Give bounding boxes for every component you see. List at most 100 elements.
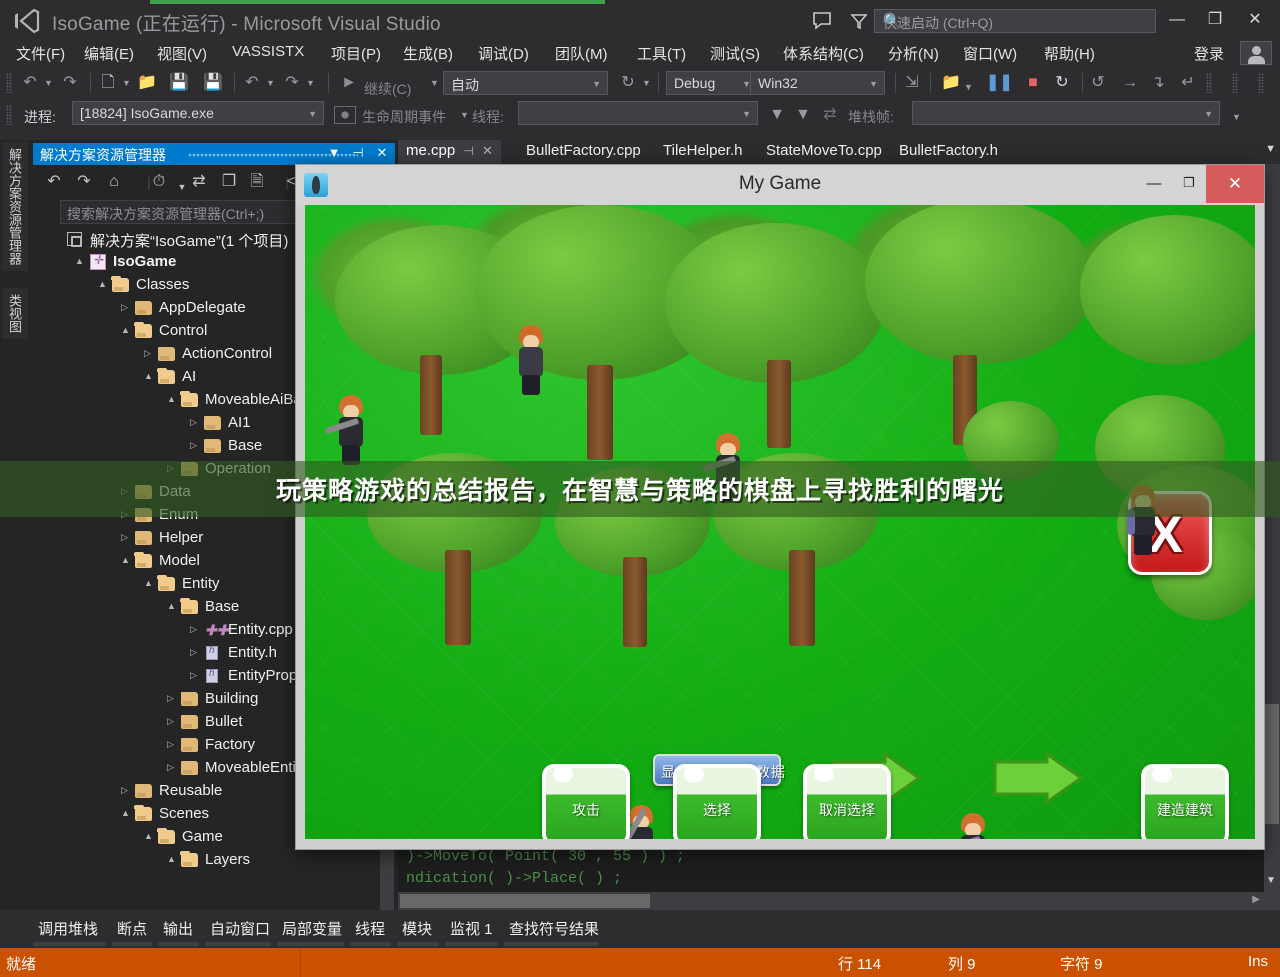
back-dropdown-icon[interactable]: ▼ <box>44 78 53 88</box>
toolbar-grip-3[interactable] <box>1232 73 1238 93</box>
tree-twisty-icon[interactable]: ▷ <box>144 348 151 359</box>
dock-tab-locals[interactable]: 局部变量 <box>277 917 347 940</box>
step-over-icon[interactable]: → <box>1118 72 1142 94</box>
step-into2-icon[interactable]: ↴ <box>1146 72 1170 94</box>
tab-close-icon[interactable]: ✕ <box>482 143 493 158</box>
redo-dropdown-icon[interactable]: ▼ <box>306 78 315 88</box>
undo-icon[interactable]: ↶ <box>240 72 264 94</box>
menu-item-vassistx[interactable]: VASSISTX <box>228 41 308 62</box>
menu-item-analyze[interactable]: 分析(N) <box>884 41 943 66</box>
editor-hscroll-thumb[interactable] <box>400 894 650 908</box>
panel-dropdown-button[interactable]: ▼ <box>325 145 343 160</box>
tab-tilehelper-h[interactable]: TileHelper.h <box>655 140 750 164</box>
menu-item-build[interactable]: 生成(B) <box>399 41 457 66</box>
tab-me-cpp[interactable]: me.cpp ⊣ ✕ <box>398 140 501 164</box>
game-maximize-button[interactable]: ❐ <box>1176 175 1202 195</box>
toolbar-grip-4[interactable] <box>1258 73 1264 93</box>
sync-icon[interactable]: ⇄ <box>188 171 210 193</box>
menu-item-edit[interactable]: 编辑(E) <box>80 41 138 66</box>
tree-twisty-icon[interactable]: ▷ <box>121 785 128 796</box>
dock-tab-find-symbol-results[interactable]: 查找符号结果 <box>504 917 604 940</box>
tree-twisty-icon[interactable]: ▷ <box>121 302 128 313</box>
tree-twisty-icon[interactable]: ▲ <box>144 578 153 588</box>
menu-item-tools[interactable]: 工具(T) <box>633 41 690 66</box>
new-dropdown-icon[interactable]: ▼ <box>122 78 131 88</box>
tree-twisty-icon[interactable]: ▷ <box>190 670 197 681</box>
back-icon[interactable]: ↶ <box>43 171 65 193</box>
panel-pin-button[interactable]: ⊣ <box>349 145 367 161</box>
tree-twisty-icon[interactable]: ▲ <box>121 325 130 335</box>
panel-close-button[interactable]: ✕ <box>373 145 391 161</box>
tree-twisty-icon[interactable]: ▲ <box>167 394 176 404</box>
vtab-class-view[interactable]: 类视图 <box>2 288 28 339</box>
window-minimize-button[interactable]: — <box>1160 6 1194 34</box>
home-icon[interactable]: ⌂ <box>103 171 125 193</box>
tree-twisty-icon[interactable]: ▷ <box>167 739 174 750</box>
solution-platform-combo[interactable]: Win32 ▼ <box>750 71 885 95</box>
tree-item[interactable]: ▲Layers <box>60 849 398 872</box>
tree-twisty-icon[interactable]: ▷ <box>190 440 197 451</box>
continue-play-icon[interactable]: ► <box>338 72 360 94</box>
editor-scroll-down-icon[interactable]: ▼ <box>1266 875 1276 886</box>
new-file-icon[interactable]: 🗋 <box>96 72 120 94</box>
find-dropdown-icon[interactable]: ▼ <box>964 82 973 92</box>
redo-icon[interactable]: ↷ <box>280 72 304 94</box>
tree-twisty-icon[interactable]: ▷ <box>190 624 197 635</box>
tree-twisty-icon[interactable]: ▲ <box>75 256 84 266</box>
show-all-files-icon[interactable]: ❐ <box>218 171 240 193</box>
action-button-select[interactable]: 选择 <box>673 764 761 839</box>
save-icon[interactable]: 💾 <box>166 72 192 94</box>
open-folder-icon[interactable]: 📁 <box>134 72 160 94</box>
stackframe-combo[interactable]: ▼ <box>912 101 1220 125</box>
restart-icon[interactable]: ↻ <box>1050 72 1074 94</box>
tree-twisty-icon[interactable]: ▲ <box>121 555 130 565</box>
editor-vertical-scrollbar[interactable]: ▼ <box>1264 164 1280 892</box>
tab-statemoveto-cpp[interactable]: StateMoveTo.cpp <box>758 140 890 164</box>
stop-icon[interactable]: ■ <box>1022 72 1044 94</box>
menu-item-file[interactable]: 文件(F) <box>12 41 69 66</box>
window-close-button[interactable]: ✕ <box>1238 6 1272 34</box>
undo-dropdown-icon[interactable]: ▼ <box>266 78 275 88</box>
tree-twisty-icon[interactable]: ▷ <box>167 693 174 704</box>
properties-icon[interactable]: 🗎 <box>246 171 268 193</box>
action-button-build[interactable]: 建造建筑 <box>1141 764 1229 839</box>
refresh-dropdown-icon[interactable]: ▼ <box>642 78 651 88</box>
debug-toolbar-grip[interactable] <box>6 105 12 125</box>
pending-changes-icon[interactable]: ⏱ <box>148 171 170 193</box>
tab-pin-icon[interactable]: ⊣ <box>463 144 473 158</box>
debug-toolbar-overflow-icon[interactable]: ▼ <box>1232 112 1241 122</box>
forward-icon[interactable]: ↷ <box>73 171 95 193</box>
toolbar-grip[interactable] <box>6 73 12 93</box>
tree-twisty-icon[interactable]: ▲ <box>121 808 130 818</box>
platform-target-combo[interactable]: 自动 ▼ <box>443 71 608 95</box>
navigate-forward-icon[interactable]: ↷ <box>58 72 82 94</box>
dock-tab-autos[interactable]: 自动窗口 <box>205 917 275 940</box>
game-canvas[interactable]: X ✔ <box>305 205 1255 839</box>
tree-twisty-icon[interactable]: ▲ <box>98 279 107 289</box>
search-icon[interactable]: 🔍 <box>883 12 1148 30</box>
continue-label[interactable]: 继续(C) <box>364 79 411 99</box>
flag-filter-icon[interactable]: ▼ <box>792 104 814 126</box>
tree-twisty-icon[interactable]: ▷ <box>190 417 197 428</box>
refresh-icon[interactable]: ↻ <box>616 72 640 94</box>
pause-icon[interactable]: ❚❚ <box>986 72 1010 94</box>
editor-horizontal-scrollbar[interactable]: ▶ <box>398 892 1280 910</box>
menu-item-architecture[interactable]: 体系结构(C) <box>779 41 868 66</box>
menu-item-team[interactable]: 团队(M) <box>551 41 612 66</box>
dock-tab-threads[interactable]: 线程 <box>350 917 390 940</box>
navigate-back-icon[interactable]: ↶ <box>18 72 42 94</box>
swap-icon[interactable]: ⇄ <box>818 104 842 126</box>
window-restore-button[interactable]: ❐ <box>1198 6 1232 34</box>
action-button-attack[interactable]: 攻击 <box>542 764 630 839</box>
toolbar-grip-2[interactable] <box>1206 73 1212 93</box>
move-arrow-tile[interactable] <box>977 748 1087 808</box>
step-into-icon[interactable]: ⇲ <box>900 72 924 94</box>
thread-combo[interactable]: ▼ <box>518 101 758 125</box>
lifecycle-dropdown-icon[interactable]: ▼ <box>460 110 469 120</box>
menu-item-test[interactable]: 测试(S) <box>706 41 764 66</box>
tree-twisty-icon[interactable]: ▲ <box>144 831 153 841</box>
account-icon[interactable] <box>1240 41 1272 65</box>
dock-tab-output[interactable]: 输出 <box>158 917 198 940</box>
tree-twisty-icon[interactable]: ▷ <box>167 762 174 773</box>
thread-filter-icon[interactable]: ▼ <box>766 104 788 126</box>
